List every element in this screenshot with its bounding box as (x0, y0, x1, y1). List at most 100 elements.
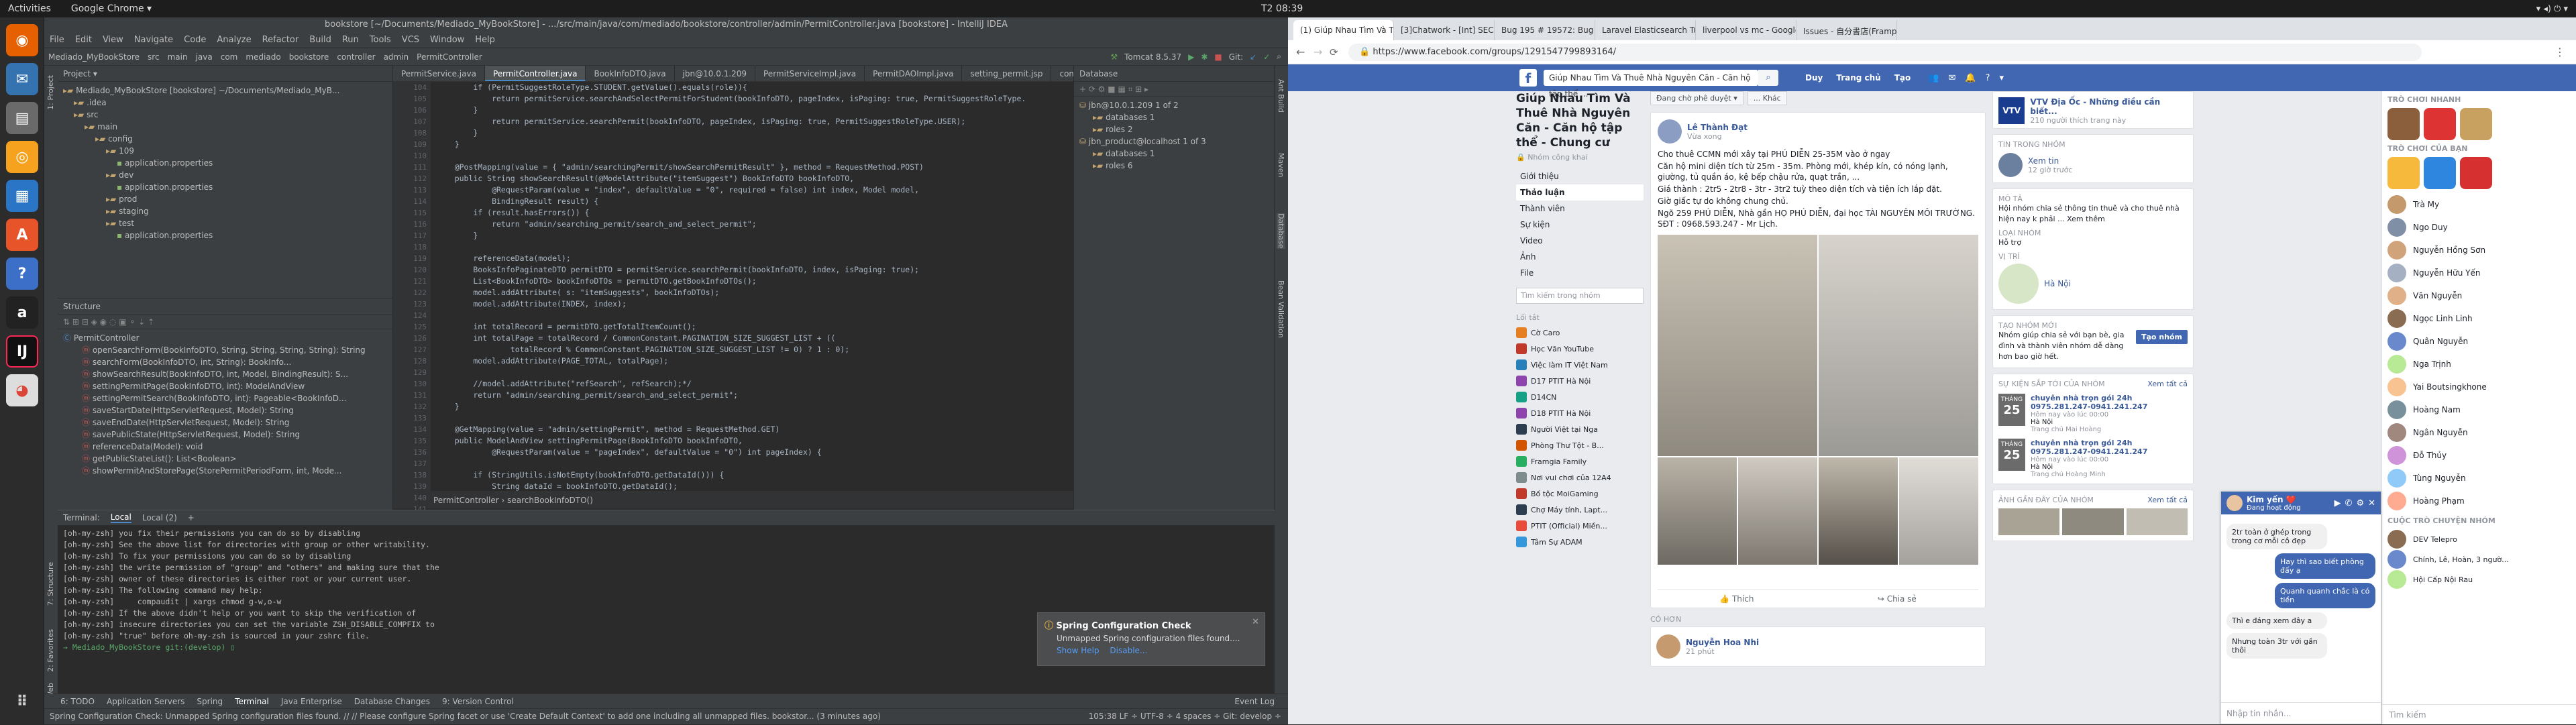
code-line[interactable]: return permitService.searchAndSelectPerm… (436, 93, 1073, 105)
menu-item[interactable]: Window (425, 35, 470, 45)
post2-time[interactable]: 21 phút (1686, 647, 1759, 656)
database-tree-item[interactable]: ⛁ jbn@10.0.1.209 1 of 2 (1079, 99, 1274, 111)
code-line[interactable] (436, 412, 1073, 424)
menu-item[interactable]: Run (337, 35, 364, 45)
photos-see-all[interactable]: Xem tất cả (2147, 496, 2188, 504)
breadcrumb-item[interactable]: main (164, 52, 192, 62)
code-line[interactable]: model.addAttribute( s: "itemSuggests", b… (436, 287, 1073, 298)
messenger-icon[interactable]: ✉ (1948, 73, 1955, 83)
structure-item[interactable]: ⓜ showPermitAndStorePage(StorePermitPeri… (63, 465, 392, 477)
database-tree-item[interactable]: ▸▰ databases 1 (1079, 148, 1274, 160)
shortcut-item[interactable]: D17 PTIT Hà Nội (1516, 373, 1644, 389)
breadcrumb-item[interactable]: Mediado_MyBookStore (44, 52, 144, 62)
ad-card[interactable]: VTV VTV Địa Ốc - Những điều cần biết... 2… (1992, 91, 2194, 129)
events-see-all[interactable]: Xem tất cả (2147, 380, 2188, 388)
chat-search-input[interactable]: Tìm kiếm (2382, 704, 2576, 724)
terminal-tab[interactable]: Local (110, 512, 131, 523)
code-line[interactable]: } (436, 230, 1073, 241)
group-chat-item[interactable]: Hội Cấp Nội Rau (2382, 569, 2576, 590)
photo[interactable] (2126, 508, 2188, 535)
app-menu[interactable]: Google Chrome ▾ (71, 3, 152, 14)
editor-tab[interactable]: PermitServiceImpl.java (755, 66, 865, 81)
bean-validation-tool-tab[interactable]: Bean Validation (1277, 280, 1285, 338)
photo[interactable] (1658, 235, 1817, 456)
group-nav-item[interactable]: Video (1516, 233, 1644, 249)
facebook-logo-icon[interactable]: f (1519, 69, 1537, 87)
contact-item[interactable]: Ngo Duy (2382, 216, 2576, 239)
news-link[interactable]: Xem tin (2028, 156, 2072, 166)
photo[interactable] (1819, 235, 1978, 456)
browser-tab[interactable]: liverpool vs mc - Google ... (1696, 20, 1796, 40)
project-tree-item[interactable]: ▸▰ src (63, 109, 392, 121)
code-line[interactable]: int totalPage = totalRecord / CommonCons… (436, 333, 1073, 344)
menu-icon[interactable]: ⋮ (2555, 46, 2565, 58)
structure-item[interactable]: ⓜ showSearchResult(BookInfoDTO, int, Mod… (63, 368, 392, 380)
game-icon[interactable] (2460, 108, 2492, 140)
firefox-icon[interactable]: ◉ (6, 24, 38, 56)
fb-search-input[interactable]: Giúp Nhau Tìm Và Thuê Nhà Nguyên Căn - C… (1544, 70, 1758, 99)
chat-input[interactable]: Nhập tin nhắn... (2221, 702, 2381, 724)
location-text[interactable]: Hà Nội (2044, 279, 2071, 288)
structure-item[interactable]: ⓜ referenceData(Model): void (63, 441, 392, 453)
tool-window-tab[interactable]: Java Enterprise (281, 697, 342, 706)
status-right[interactable]: 105:38 LF ÷ UTF-8 ÷ 4 spaces ÷ Git: deve… (1089, 709, 1288, 724)
map-icon[interactable] (1998, 264, 2039, 304)
group-nav-item[interactable]: Thảo luận (1516, 184, 1644, 201)
game-icon[interactable] (2387, 108, 2420, 140)
code-line[interactable]: public ModelAndView settingPermitPage(Bo… (436, 435, 1073, 447)
structure-item[interactable]: ⓜ saveStartDate(HttpServletRequest, Mode… (63, 404, 392, 416)
structure-item[interactable]: ⓜ settingPermitPage(BookInfoDTO, int): M… (63, 380, 392, 392)
code-view[interactable]: if (PermitSuggestRoleType.STUDENT.getVal… (431, 82, 1073, 491)
git-update-icon[interactable]: ↙ (1250, 52, 1256, 62)
editor-tab[interactable]: PermitService.java (393, 66, 485, 81)
chrome-icon[interactable]: ◕ (6, 374, 38, 406)
project-tool-tab[interactable]: 1: Project (46, 75, 55, 110)
browser-tab[interactable]: [3]Chatwork - [Int] SEC2/... (1394, 20, 1495, 40)
share-button[interactable]: ↪ Chia sẻ (1878, 594, 1917, 604)
game-icon[interactable] (2460, 157, 2492, 189)
create-link[interactable]: Tạo (1894, 73, 1911, 82)
structure-tool-tab[interactable]: 7: Structure (46, 562, 55, 606)
run-config-select[interactable]: Tomcat 8.5.37 (1124, 52, 1181, 62)
shortcut-item[interactable]: D18 PTIT Hà Nội (1516, 405, 1644, 421)
shortcut-item[interactable]: Học Văn YouTube (1516, 341, 1644, 357)
rhythmbox-icon[interactable]: ◎ (6, 141, 38, 173)
activities-button[interactable]: Activities (8, 3, 51, 14)
shortcut-item[interactable]: Chợ Máy tính, Lapt... (1516, 502, 1644, 518)
tool-window-tab[interactable]: Terminal (235, 697, 269, 706)
breadcrumb-item[interactable]: bookstore (285, 52, 333, 62)
code-line[interactable] (436, 150, 1073, 162)
code-line[interactable]: if (result.hasErrors()) { (436, 207, 1073, 219)
code-line[interactable]: } (436, 401, 1073, 412)
group-nav-item[interactable]: Sự kiện (1516, 217, 1644, 233)
photo[interactable] (2062, 508, 2124, 535)
shortcut-item[interactable]: Tâm Sự ADAM (1516, 534, 1644, 550)
code-line[interactable]: } (436, 105, 1073, 116)
favorites-tool-tab[interactable]: 2: Favorites (46, 629, 55, 672)
hammer-icon[interactable]: ⚒ (1110, 52, 1118, 62)
breadcrumb-item[interactable]: src (144, 52, 164, 62)
shortcut-item[interactable]: PTIT (Official) Miền... (1516, 518, 1644, 534)
code-line[interactable]: //model.addAttribute("refSearch", refSea… (436, 378, 1073, 390)
tool-window-tab[interactable]: Spring (197, 697, 223, 706)
breadcrumb-item[interactable]: controller (333, 52, 379, 62)
menu-item[interactable]: VCS (396, 35, 425, 45)
code-line[interactable]: int totalRecord = permitDTO.getTotalItem… (436, 321, 1073, 333)
code-line[interactable]: referenceData(model); (436, 253, 1073, 264)
photo[interactable] (1819, 457, 1898, 565)
menu-item[interactable]: Analyze (211, 35, 256, 45)
browser-tab[interactable]: (1) Giúp Nhau Tìm Và Thu... (1293, 20, 1394, 40)
game-icon[interactable] (2387, 157, 2420, 189)
game-icon[interactable] (2424, 108, 2456, 140)
group-name[interactable]: Giúp Nhau Tìm Và Thuê Nhà Nguyên Căn - C… (1516, 91, 1644, 150)
project-tree-item[interactable]: ▸▰ main (63, 121, 392, 133)
avatar[interactable] (2226, 495, 2243, 511)
terminal-tab[interactable]: Local (2) (142, 513, 177, 522)
structure-item[interactable]: ⓜ openSearchForm(BookInfoDTO, String, St… (63, 344, 392, 356)
debug-icon[interactable]: ✱ (1201, 52, 1208, 62)
shortcut-item[interactable]: Bố tộc MoiGaming (1516, 486, 1644, 502)
event-title[interactable]: chuyên nhà trọn gói 24h 0975.281.247-094… (2031, 394, 2188, 411)
menu-item[interactable]: File (44, 35, 70, 45)
phone-icon[interactable]: ✆ (2345, 498, 2353, 508)
database-tree-item[interactable]: ⛁ jbn_product@localhost 1 of 3 (1079, 135, 1274, 148)
